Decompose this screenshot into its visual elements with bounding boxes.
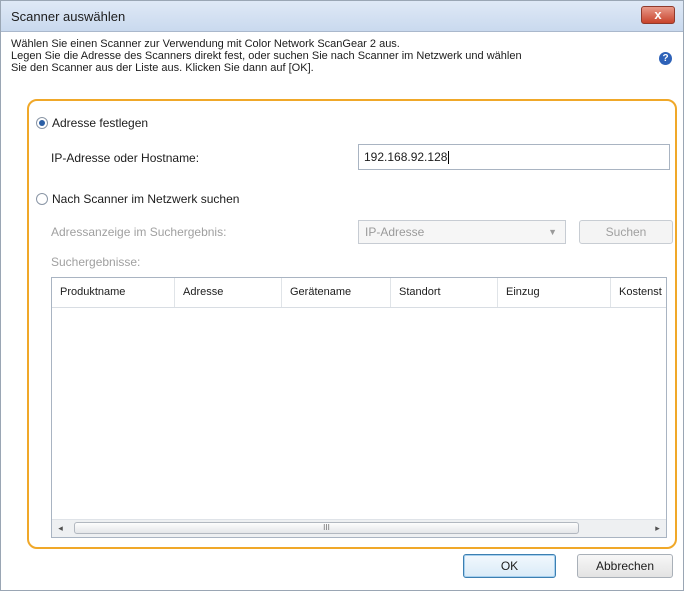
instructions-line-1: Wählen Sie einen Scanner zur Verwendung … [11,38,400,50]
search-radio-label[interactable]: Nach Scanner im Netzwerk suchen [52,192,239,206]
ip-address-value: 192.168.92.128 [364,150,448,164]
instructions-line-2: Legen Sie die Adresse des Scanners direk… [11,50,522,62]
display-mode-value: IP-Adresse [365,225,425,239]
help-icon[interactable]: ? [659,52,672,65]
column-header-kostenstelle[interactable]: Kostenst [611,278,666,307]
search-radio[interactable] [36,193,48,205]
scroll-right-icon[interactable]: ▸ [649,520,666,537]
column-header-geraetename[interactable]: Gerätename [282,278,391,307]
column-header-adresse[interactable]: Adresse [175,278,282,307]
title-bar[interactable]: Scanner auswählen x [1,1,683,32]
results-table[interactable]: Produktname Adresse Gerätename Standort … [51,277,667,538]
column-header-standort[interactable]: Standort [391,278,498,307]
address-radio[interactable] [36,117,48,129]
scroll-left-icon[interactable]: ◂ [52,520,69,537]
ok-button[interactable]: OK [463,554,556,578]
results-table-header: Produktname Adresse Gerätename Standort … [52,278,666,308]
horizontal-scrollbar[interactable]: ◂ III ▸ [52,519,666,537]
column-header-einzug[interactable]: Einzug [498,278,611,307]
cancel-button[interactable]: Abbrechen [577,554,673,578]
results-label: Suchergebnisse: [51,255,141,269]
search-button[interactable]: Suchen [579,220,673,244]
ip-address-input[interactable]: 192.168.92.128 [358,144,670,170]
address-radio-label[interactable]: Adresse festlegen [52,116,148,130]
window-title: Scanner auswählen [11,9,126,24]
close-icon: x [654,7,662,22]
instructions-line-3: Sie den Scanner aus der Liste aus. Klick… [11,62,314,74]
close-button[interactable]: x [641,6,675,24]
scrollbar-thumb[interactable]: III [74,522,579,534]
instructions-text: Wählen Sie einen Scanner zur Verwendung … [11,38,631,74]
ip-field-label: IP-Adresse oder Hostname: [51,151,200,165]
display-mode-select[interactable]: IP-Adresse ▼ [358,220,566,244]
display-mode-label: Adressanzeige im Suchergebnis: [51,225,227,239]
text-caret [448,151,450,165]
column-header-produktname[interactable]: Produktname [52,278,175,307]
dialog-window: Scanner auswählen x Wählen Sie einen Sca… [0,0,684,591]
chevron-down-icon: ▼ [548,227,557,237]
